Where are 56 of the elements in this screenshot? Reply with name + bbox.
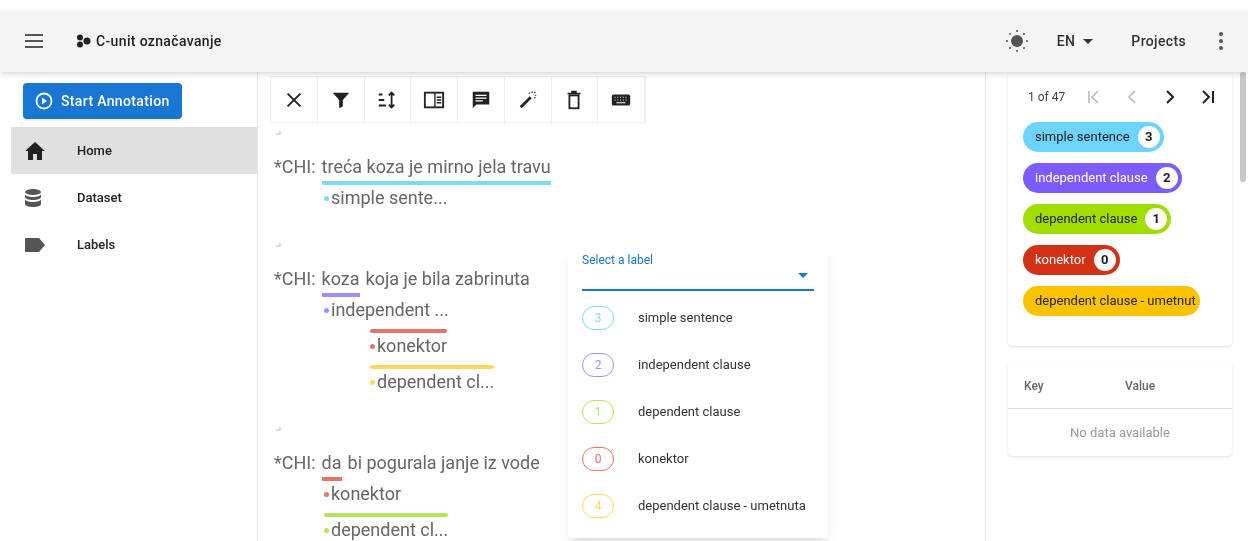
- label-chip[interactable]: simple sentence 3: [1023, 122, 1164, 152]
- line-break-icon: [276, 427, 281, 431]
- label-name: simple sente...: [331, 186, 448, 210]
- utterance-text: bi pogurala janje iz vode: [347, 451, 540, 475]
- utterance-text: da: [321, 449, 342, 481]
- count-badge: 0: [1093, 249, 1116, 271]
- nav-item[interactable]: Home: [11, 127, 257, 174]
- theme-sun-icon[interactable]: [1004, 29, 1029, 53]
- more-options-icon[interactable]: [1218, 32, 1224, 50]
- label-option[interactable]: 0 konektor: [582, 435, 814, 482]
- empty-table-message: No data available: [1069, 423, 1171, 442]
- count-badge: 1: [1145, 208, 1168, 230]
- label-name: independent ...: [331, 298, 449, 322]
- last-page-icon: [1201, 90, 1216, 104]
- chevron-left-icon: [1128, 90, 1137, 104]
- label-name: dependent cl...: [377, 370, 495, 394]
- language-dropdown[interactable]: EN: [1056, 30, 1094, 52]
- home-icon: [25, 141, 45, 160]
- speaker-code: *CHI:: [274, 155, 316, 179]
- line-break-icon: [276, 243, 281, 247]
- count-badge: 2: [1155, 167, 1178, 189]
- label-chip[interactable]: independent clause 2: [1023, 163, 1182, 193]
- column-header: Key: [1023, 377, 1045, 395]
- column-header: Value: [1125, 377, 1156, 395]
- caret-icon: [798, 273, 808, 278]
- menu-icon[interactable]: [24, 34, 44, 48]
- label-name: dependent cl...: [331, 518, 449, 541]
- app-title: C-unit označavanje: [96, 31, 222, 51]
- page-counter: 1 of 47: [1028, 89, 1066, 106]
- first-page-icon: [1087, 90, 1102, 104]
- utterance-text: koza: [321, 265, 360, 297]
- speaker-code: *CHI:: [274, 451, 316, 475]
- label-chip[interactable]: konektor 0: [1023, 245, 1120, 275]
- count-badge: 3: [1137, 126, 1160, 148]
- label-select-field[interactable]: Select a label: [582, 247, 814, 291]
- label-option[interactable]: 4 dependent clause - umetnuta: [582, 482, 814, 529]
- start-annotation-button[interactable]: Start Annotation: [23, 83, 182, 119]
- line-break-icon: [276, 131, 281, 135]
- label-option[interactable]: 1 dependent clause: [582, 388, 814, 435]
- projects-button[interactable]: Projects: [1131, 30, 1186, 52]
- caret-icon: [1083, 38, 1094, 44]
- label-name: konektor: [377, 334, 448, 358]
- speaker-code: *CHI:: [274, 267, 316, 291]
- label-chip[interactable]: dependent clause - umetnut: [1023, 286, 1200, 316]
- label-option[interactable]: 3 simple sentence: [582, 294, 814, 341]
- label-name: konektor: [331, 482, 402, 506]
- label-chip[interactable]: dependent clause 1: [1023, 204, 1172, 234]
- utterance-text: treća koza je mirno jela travu: [321, 153, 551, 185]
- dots-logo-icon: [76, 34, 91, 48]
- play-circle-icon: [35, 92, 53, 110]
- database-icon: [25, 188, 41, 207]
- utterance-text: koja je bila zabrinuta: [365, 267, 530, 291]
- tag-icon: [25, 237, 45, 252]
- chevron-right-icon: [1166, 90, 1175, 104]
- scrollbar-thumb[interactable]: [1240, 72, 1246, 182]
- label-option[interactable]: 2 independent clause: [582, 341, 814, 388]
